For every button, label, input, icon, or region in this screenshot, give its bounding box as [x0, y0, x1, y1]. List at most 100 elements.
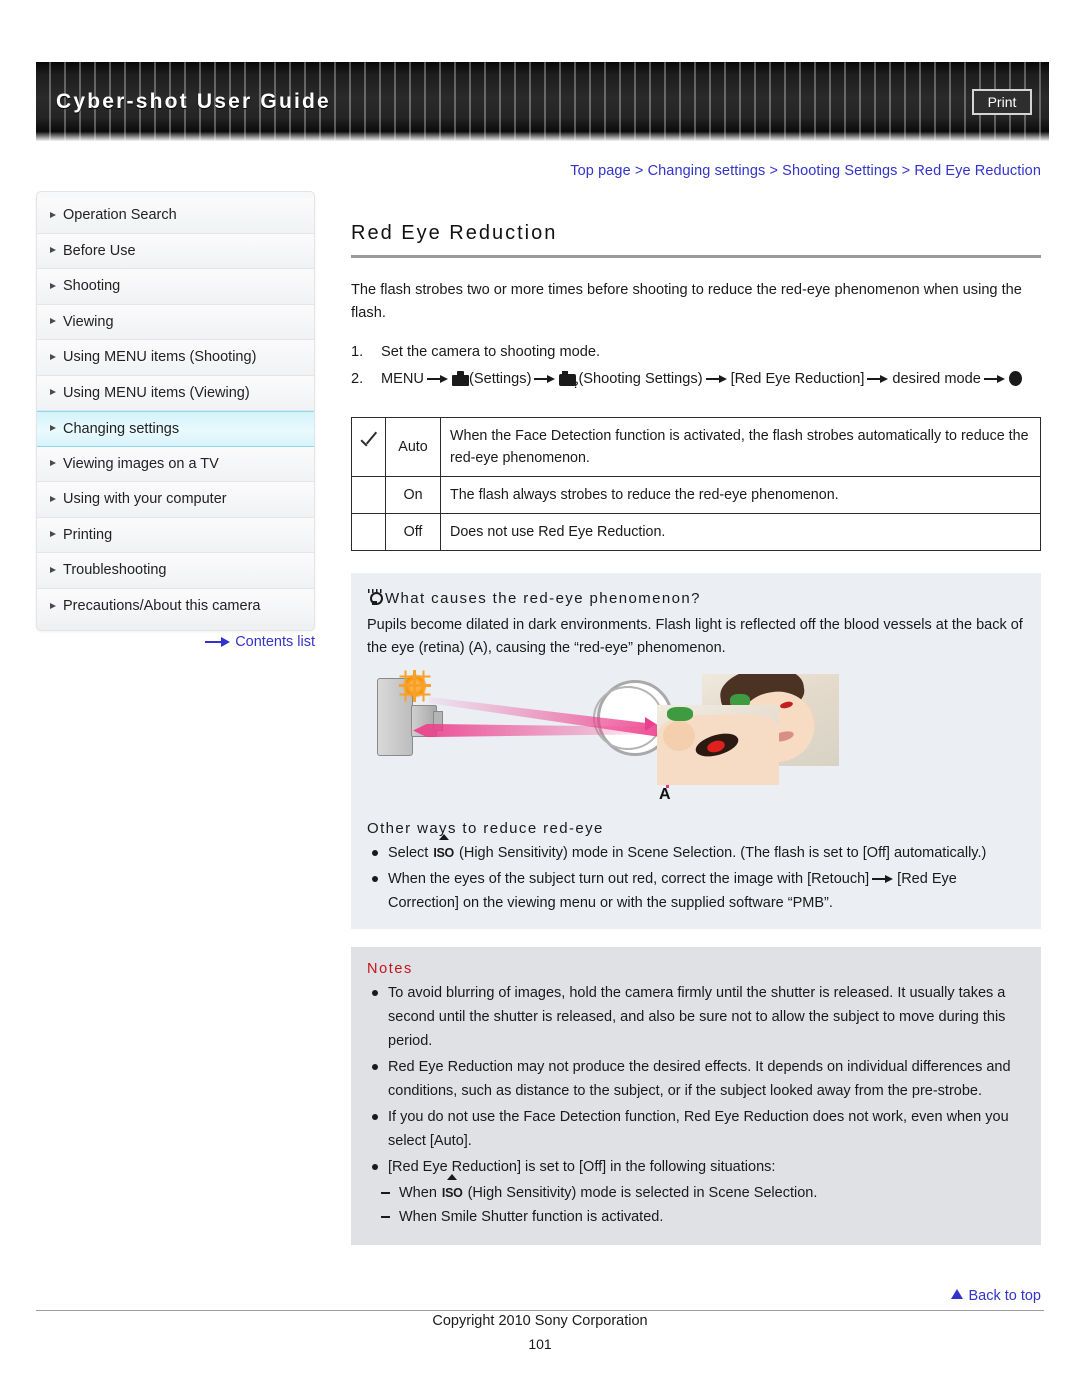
option-description: The flash always strobes to reduce the r…: [440, 476, 1041, 514]
app-header-banner: Cyber-shot User Guide Print: [36, 62, 1049, 141]
step-2-menu-label: MENU: [381, 371, 424, 387]
chevron-right-icon: [50, 389, 56, 396]
default-check-cell: [351, 476, 386, 514]
footer-divider: [36, 1310, 1044, 1311]
sidebar-item-shooting[interactable]: Shooting: [37, 269, 314, 305]
tip-bullet-list: Select ISO (High Sensitivity) mode in Sc…: [367, 834, 1025, 915]
arrow-right-icon: [872, 874, 894, 884]
breadcrumb[interactable]: Top page > Changing settings > Shooting …: [0, 163, 1041, 179]
back-to-top-label: Back to top: [968, 1288, 1041, 1304]
check-icon: [358, 433, 380, 455]
back-to-top-link[interactable]: Back to top: [0, 1288, 1041, 1304]
list-item: [Red Eye Reduction] is set to [Off] in t…: [367, 1155, 1025, 1179]
sidebar-item-label: Using MENU items (Viewing): [63, 384, 250, 401]
triangle-up-icon: [951, 1289, 964, 1299]
sidebar-item-changing-settings[interactable]: Changing settings: [37, 411, 314, 447]
arrow-right-icon: [534, 374, 556, 384]
photo-eye-closeup: [657, 705, 779, 785]
list-item: When ISO (High Sensitivity) mode is sele…: [381, 1174, 1025, 1205]
step-2-number: 2.: [351, 371, 364, 387]
photo-toy: [667, 707, 693, 721]
arrow-right-icon: [983, 374, 1006, 384]
list-item: When the eyes of the subject turn out re…: [367, 867, 1025, 915]
arrow-right-icon: [867, 374, 889, 384]
app-title: Cyber-shot User Guide: [56, 89, 331, 113]
tip-box: What causes the red-eye phenomenon? Pupi…: [351, 573, 1041, 929]
photo-finger: [663, 721, 695, 751]
bullet-pre-text: When the eyes of the subject turn out re…: [388, 871, 870, 887]
chevron-right-icon: [50, 247, 56, 254]
default-check-cell: [351, 513, 386, 551]
sidebar-item-label: Using with your computer: [63, 491, 227, 507]
sidebar-item-using-with-your-computer[interactable]: Using with your computer: [37, 482, 314, 518]
bullet-post-text: (High Sensitivity) mode in Scene Selecti…: [459, 845, 987, 861]
chevron-right-icon: [50, 460, 56, 467]
step-2-settings-label: (Settings): [468, 371, 532, 387]
arrow-right-pink-icon: [645, 717, 656, 731]
step-1-number: 1.: [351, 344, 364, 360]
bullet-pre-text: Select: [388, 845, 429, 861]
sidebar-item-label: Changing settings: [63, 421, 180, 437]
list-item: When Smile Shutter function is activated…: [381, 1205, 1025, 1229]
table-row: Off Does not use Red Eye Reduction.: [351, 513, 1041, 551]
sidebar-item-viewing-images-on-a-tv[interactable]: Viewing images on a TV: [37, 446, 314, 482]
flash-burst-icon: [399, 674, 431, 698]
sidebar-item-label: Viewing: [63, 313, 114, 330]
list-item: To avoid blurring of images, hold the ca…: [367, 981, 1025, 1053]
arrow-right-icon: [205, 637, 231, 648]
print-button[interactable]: Print: [972, 88, 1032, 115]
sidebar-item-using-menu-items-shooting[interactable]: Using MENU items (Shooting): [37, 340, 314, 376]
sidebar-item-printing[interactable]: Printing: [37, 517, 314, 553]
table-row: Auto When the Face Detection function is…: [351, 417, 1041, 477]
chevron-right-icon: [50, 531, 56, 538]
chevron-right-icon: [50, 425, 56, 432]
tip-heading-text: What causes the red-eye phenomenon?: [385, 590, 701, 607]
shutter-button-icon: [1008, 371, 1022, 386]
sidebar-nav: Operation Search Before Use Shooting Vie…: [36, 191, 315, 631]
chevron-right-icon: [50, 566, 56, 573]
step-1-text: Set the camera to shooting mode.: [381, 344, 601, 360]
tip-heading: What causes the red-eye phenomenon?: [367, 589, 1025, 607]
settings-toolbox-icon: [451, 371, 469, 386]
step-2-text: MENU (Settings)? (Shooting Settings) [Red E…: [381, 366, 1041, 393]
option-description: When the Face Detection function is acti…: [440, 417, 1041, 477]
copyright-text: Copyright 2010 Sony Corporation: [432, 1313, 648, 1329]
chevron-right-icon: [50, 211, 56, 218]
arrow-right-icon: [426, 374, 449, 384]
iso-high-sensitivity-icon: ISO: [432, 834, 455, 865]
notes-list: To avoid blurring of images, hold the ca…: [367, 981, 1025, 1179]
subitem-pre-text: When: [399, 1185, 437, 1201]
options-table: Auto When the Face Detection function is…: [351, 417, 1041, 551]
subitem-post-text: (High Sensitivity) mode is selected in S…: [467, 1185, 818, 1201]
sidebar-item-label: Printing: [63, 526, 113, 543]
sidebar-item-viewing[interactable]: Viewing: [37, 304, 314, 340]
sidebar-item-label: Operation Search: [63, 207, 177, 223]
option-name: Off: [385, 513, 441, 551]
list-item: Red Eye Reduction may not produce the de…: [367, 1055, 1025, 1103]
default-check-cell: [351, 417, 386, 477]
sidebar-item-label: Using MENU items (Shooting): [63, 349, 257, 365]
sidebar-item-label: Before Use: [63, 242, 136, 259]
tip-subheading: Other ways to reduce red-eye: [367, 820, 604, 837]
sidebar-item-precautions-about-this-camera[interactable]: Precautions/About this camera: [37, 588, 314, 624]
chevron-right-icon: [50, 282, 56, 289]
notes-box: Notes To avoid blurring of images, hold …: [351, 947, 1041, 1245]
list-item: Select ISO (High Sensitivity) mode in Sc…: [367, 834, 1025, 865]
notes-heading: Notes: [367, 961, 413, 977]
contents-list-link[interactable]: Contents list: [36, 634, 315, 650]
sidebar-item-label: Precautions/About this camera: [63, 597, 261, 614]
arrow-right-icon: [705, 374, 728, 384]
sidebar-item-label: Troubleshooting: [63, 562, 167, 578]
notes-sublist: When ISO (High Sensitivity) mode is sele…: [367, 1174, 1025, 1229]
red-eye-diagram: A: [367, 672, 1025, 814]
page-number: 101: [528, 1336, 552, 1352]
intro-paragraph: The flash strobes two or more times befo…: [351, 282, 1022, 321]
sidebar-item-operation-search[interactable]: Operation Search: [37, 198, 314, 234]
sidebar-item-troubleshooting[interactable]: Troubleshooting: [37, 553, 314, 589]
sidebar-item-before-use[interactable]: Before Use: [37, 233, 314, 269]
main-content: Red Eye Reduction The flash strobes two …: [351, 222, 1041, 1245]
sidebar-item-using-menu-items-viewing[interactable]: Using MENU items (Viewing): [37, 375, 314, 411]
contents-list-label: Contents list: [235, 634, 315, 650]
tip-body-text: Pupils become dilated in dark environmen…: [367, 617, 1023, 656]
sidebar-item-label: Viewing images on a TV: [63, 455, 219, 472]
